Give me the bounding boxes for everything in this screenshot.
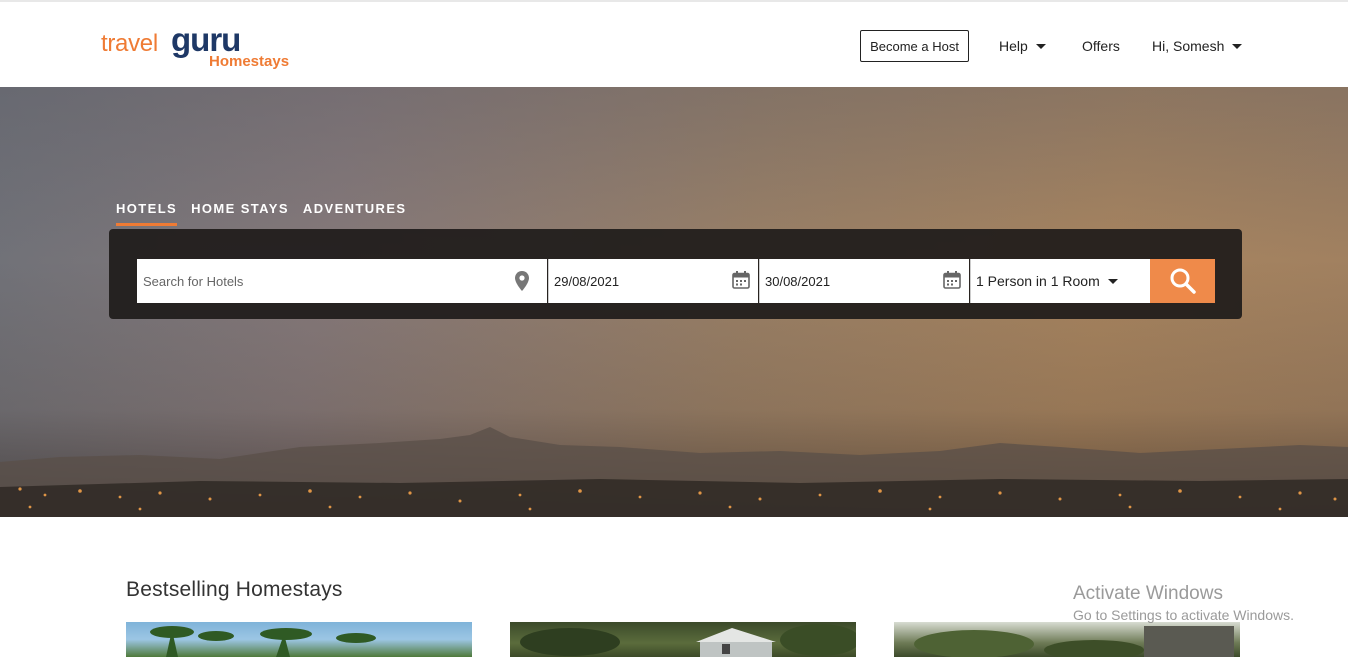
checkout-date-value: 30/08/2021 (765, 273, 831, 289)
tab-home-stays[interactable]: HOME STAYS (191, 201, 289, 226)
logo-homestays-text: Homestays (209, 53, 290, 70)
bestselling-homestays-heading: Bestselling Homestays (126, 578, 343, 601)
checkout-date-field[interactable]: 30/08/2021 (759, 259, 969, 303)
offers-link[interactable]: Offers (1082, 30, 1120, 62)
guests-rooms-select[interactable]: 1 Person in 1 Room (970, 259, 1150, 303)
help-label: Help (999, 38, 1028, 54)
homestay-photo (150, 626, 376, 657)
location-pin-icon[interactable] (515, 271, 529, 291)
watermark-title: Activate Windows (1073, 583, 1223, 604)
search-button[interactable] (1150, 259, 1215, 303)
user-greeting: Hi, Somesh (1152, 38, 1225, 54)
calendar-icon[interactable] (943, 271, 961, 289)
chevron-down-icon (1232, 43, 1243, 49)
homestay-photo (520, 624, 856, 657)
checkin-date-field[interactable]: 29/08/2021 (548, 259, 758, 303)
search-icon (1170, 268, 1196, 294)
chevron-down-icon (1107, 278, 1118, 284)
help-menu[interactable]: Help (999, 30, 1046, 62)
hero-banner: HOTELS HOME STAYS ADVENTURES 29/08/2021 … (0, 87, 1348, 517)
search-tabs: HOTELS HOME STAYS ADVENTURES (116, 201, 407, 226)
watermark-subtitle: Go to Settings to activate Windows. (1073, 607, 1294, 623)
homestay-card[interactable] (126, 622, 472, 657)
tab-hotels[interactable]: HOTELS (116, 201, 178, 226)
hotel-search-input[interactable] (143, 273, 503, 289)
chevron-down-icon (1035, 43, 1046, 49)
calendar-icon[interactable] (732, 271, 750, 289)
hotel-search-field (137, 259, 547, 303)
homestay-card[interactable] (894, 622, 1240, 657)
homestay-card[interactable] (510, 622, 856, 657)
travelguru-homestays-logo[interactable]: travel guru Homestays (101, 16, 311, 76)
windows-activation-watermark: Activate Windows Go to Settings to activ… (1073, 583, 1294, 623)
guests-rooms-value: 1 Person in 1 Room (976, 273, 1100, 289)
city-skyline-image (0, 427, 1348, 517)
logo-travel-text: travel (101, 30, 158, 57)
homestay-photo (914, 626, 1234, 657)
site-header: travel guru Homestays Become a Host Help… (0, 0, 1348, 87)
become-host-button[interactable]: Become a Host (860, 30, 969, 62)
checkin-date-value: 29/08/2021 (554, 273, 620, 289)
user-menu[interactable]: Hi, Somesh (1152, 30, 1243, 62)
tab-adventures[interactable]: ADVENTURES (303, 201, 407, 226)
search-panel: 29/08/2021 30/08/2021 1 Person in 1 Room (109, 229, 1242, 319)
